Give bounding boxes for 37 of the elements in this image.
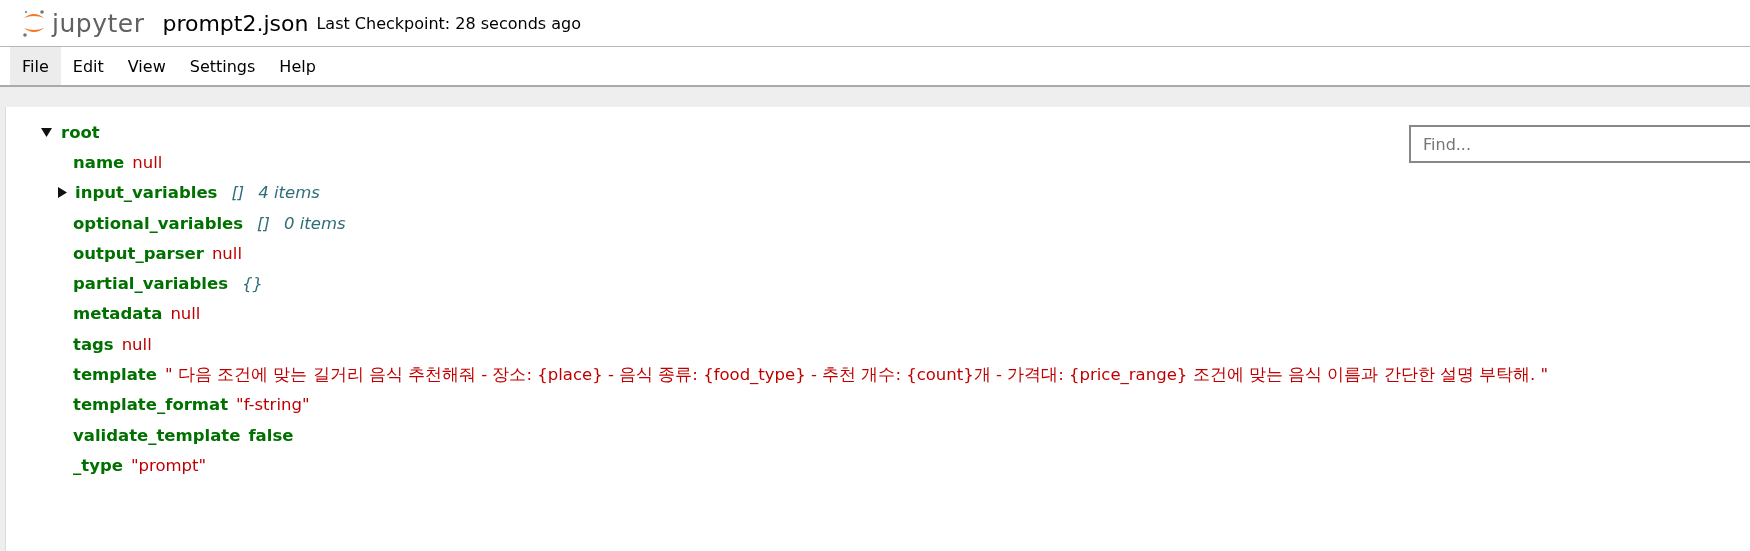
null-value: null	[121, 334, 152, 354]
null-value: null	[211, 243, 242, 263]
string-value: " 다음 조건에 맞는 길거리 음식 추천해줘 - 장소: {place} - 음식 종류: {food_type} - 추천 개수: {count}개 - 가격대: {price_range} 조건에 맞는 음식 이름과 간단한 설명 부탁해. "	[164, 363, 1549, 386]
boolean-value: false	[248, 425, 294, 445]
tree-key: metadata	[73, 304, 163, 324]
menu-item[interactable]: Settings	[177, 47, 268, 85]
string-value: "f-string"	[236, 395, 310, 415]
checkpoint-status: Last Checkpoint: 28 seconds ago	[316, 13, 581, 33]
expanded-triangle-icon[interactable]	[40, 127, 52, 137]
tree-key[interactable]: input_variables	[75, 183, 218, 203]
tree-key: validate_template	[73, 425, 241, 445]
tree-key[interactable]: root	[61, 122, 100, 142]
object-type: {}	[241, 274, 263, 294]
logo-text: jupyter	[52, 8, 145, 38]
tree-key: name	[73, 152, 125, 172]
menu-item[interactable]: Help	[267, 47, 328, 85]
string-value: "prompt"	[130, 455, 207, 475]
tree-key: tags	[73, 334, 114, 354]
file-name[interactable]: prompt2.json	[162, 10, 309, 36]
tree-key: optional_variables	[73, 213, 244, 233]
menu-item[interactable]: File	[10, 47, 61, 85]
tree-key: template	[73, 365, 157, 384]
tree-key: partial_variables	[73, 274, 228, 294]
tree-key: output_parser	[73, 243, 204, 263]
menu-item[interactable]: Edit	[60, 47, 116, 85]
array-type: []	[231, 183, 245, 203]
collapsed-triangle-icon[interactable]	[57, 187, 67, 199]
menu-item[interactable]: View	[115, 47, 178, 85]
logo-icon	[22, 8, 46, 38]
find-field[interactable]: Find...	[1409, 125, 1750, 163]
item-count: 4 items	[258, 183, 320, 203]
array-type: []	[257, 213, 270, 233]
null-value: null	[170, 304, 201, 324]
null-value: null	[132, 152, 163, 172]
tree-key: template_format	[73, 395, 229, 415]
item-count: 0 items	[284, 213, 346, 233]
tree-key: _type	[73, 455, 123, 475]
